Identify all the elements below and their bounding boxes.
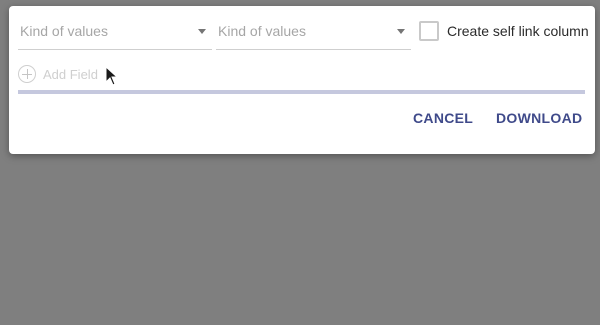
kind-of-values-select-1[interactable]: Kind of values [18, 18, 212, 50]
kind-of-values-select-2[interactable]: Kind of values [216, 18, 411, 50]
export-dialog: Kind of values Kind of values Create sel… [9, 6, 595, 154]
add-circle-icon[interactable] [18, 65, 36, 83]
mouse-pointer-icon [105, 66, 119, 86]
download-button[interactable]: DOWNLOAD [496, 110, 582, 126]
progress-bar [18, 90, 585, 94]
cancel-button[interactable]: CANCEL [413, 110, 473, 126]
chevron-down-icon [397, 29, 405, 34]
add-field-button[interactable]: Add Field [18, 64, 98, 84]
chevron-down-icon [198, 29, 206, 34]
self-link-checkbox-label: Create self link column [447, 23, 589, 39]
self-link-checkbox-row[interactable]: Create self link column [419, 21, 589, 41]
self-link-checkbox[interactable] [419, 21, 439, 41]
add-field-label: Add Field [43, 66, 98, 82]
select-2-value: Kind of values [218, 23, 306, 39]
select-1-value: Kind of values [20, 23, 108, 39]
